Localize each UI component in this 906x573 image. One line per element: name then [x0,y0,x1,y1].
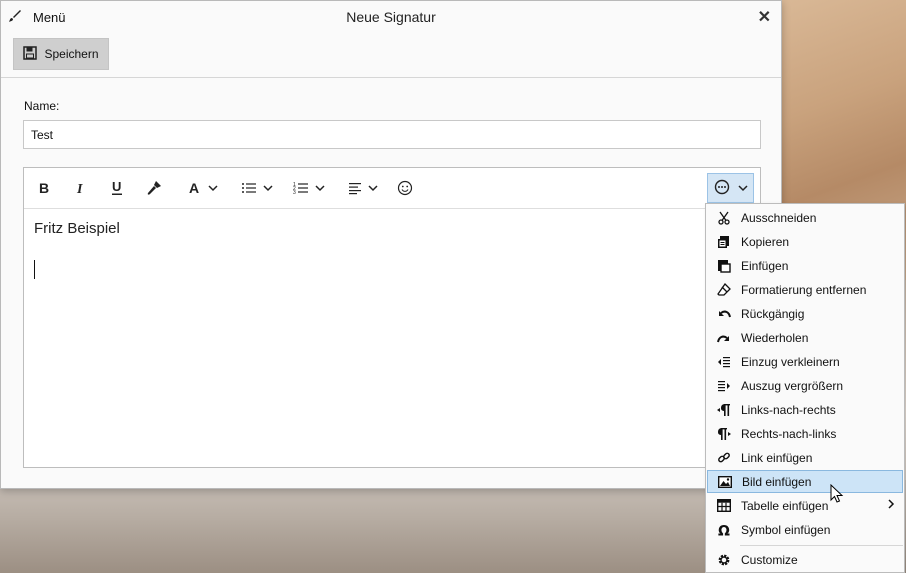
italic-button[interactable]: I [68,176,92,200]
chevron-right-icon [887,498,895,513]
toolbar-divider [1,77,781,78]
title-bar: Menü Neue Signatur ✕ [1,1,781,33]
indent-icon [707,379,741,393]
svg-text:I: I [76,182,83,195]
menu-item-label: Ausschneiden [741,210,817,225]
editor-toolbar: B I U A 123 [24,168,760,209]
menu-item-label: Bild einfügen [742,474,812,489]
pen-icon [7,8,23,27]
signature-editor[interactable]: B I U A 123 Fritz Beispiel [23,167,761,468]
rtl-icon [707,427,741,441]
underline-button[interactable]: U [105,176,129,200]
menu-item-label: Auszug vergrößern [741,378,844,393]
format-painter-icon [146,180,162,196]
align-button[interactable] [342,176,384,200]
menu-item-label: Wiederholen [741,330,809,345]
menu-item-bild-einfügen[interactable]: Bild einfügen [707,470,903,493]
menu-item-label: Einzug verkleinern [741,354,840,369]
menu-item-label: Links-nach-rechts [741,402,836,417]
menu-item-formatierung-entfernen[interactable]: Formatierung entfernen [707,278,903,301]
format-painter-button[interactable] [142,176,166,200]
menu-item-label: Link einfügen [741,450,813,465]
bullet-list-icon [241,181,257,195]
copy-icon [707,235,741,249]
menu-item-link-einfügen[interactable]: Link einfügen [707,446,903,469]
floppy-disk-icon [23,45,38,63]
menu-item-label: Formatierung entfernen [741,282,867,297]
numbered-list-icon: 123 [293,181,309,195]
chevron-down-icon [208,184,218,192]
menu-item-symbol-einfügen[interactable]: Ω Symbol einfügen [707,518,903,541]
menu-item-rechts-nach-links[interactable]: Rechts-nach-links [707,422,903,445]
menu-item-auszug-vergrößern[interactable]: Auszug vergrößern [707,374,903,397]
menu-label: Menü [33,9,66,25]
svg-text:Ω: Ω [718,523,730,537]
italic-icon: I [73,181,87,195]
more-options-button[interactable] [707,173,754,203]
numbered-list-button[interactable]: 123 [288,176,330,200]
bullet-list-button[interactable] [236,176,278,200]
font-color-button[interactable]: A [182,176,224,200]
scissors-icon [707,211,741,225]
eraser-icon [707,282,741,297]
menu-item-label: Einfügen [741,258,789,273]
gear-icon [707,552,741,568]
link-icon [707,451,741,465]
ltr-icon [707,403,741,417]
menu-item-einfügen[interactable]: Einfügen [707,254,903,277]
chevron-down-icon [315,184,325,192]
svg-text:B: B [39,181,49,195]
text-caret [34,260,35,279]
underline-icon: U [110,180,124,196]
more-options-icon [714,179,730,198]
more-options-menu: Ausschneiden Kopieren Einfügen Formatierung… [705,203,905,573]
table-icon [707,499,741,512]
menu-item-label: Kopieren [741,234,790,249]
menu-item-links-nach-rechts[interactable]: Links-nach-rechts [707,398,903,421]
signature-dialog: Menü Neue Signatur ✕ Speichern Name: B I… [0,0,782,489]
paste-icon [707,259,741,273]
emoji-icon [397,180,413,196]
name-input[interactable] [23,120,761,149]
save-button[interactable]: Speichern [13,38,109,70]
align-icon [348,181,362,195]
svg-text:U: U [112,180,121,194]
menu-item-ausschneiden[interactable]: Ausschneiden [707,206,903,229]
menu-item-label: Rechts-nach-links [741,426,837,441]
name-label: Name: [24,99,60,113]
font-color-icon: A [188,181,202,195]
save-label: Speichern [44,47,99,61]
bold-button[interactable]: B [32,176,56,200]
close-button[interactable]: ✕ [758,7,771,27]
chevron-down-icon [263,184,273,192]
mouse-cursor [830,483,844,507]
menu-button[interactable]: Menü [7,7,66,27]
menu-item-wiederholen[interactable]: Wiederholen [707,326,903,349]
omega-icon: Ω [707,523,741,537]
redo-icon [707,331,741,345]
menu-separator [740,545,903,546]
menu-item-label: Tabelle einfügen [741,498,829,513]
undo-icon [707,307,741,321]
menu-item-label: Symbol einfügen [741,522,831,537]
outdent-icon [707,355,741,369]
menu-item-customize[interactable]: Customize [707,548,903,571]
editor-content-text: Fritz Beispiel [34,220,120,237]
menu-item-kopieren[interactable]: Kopieren [707,230,903,253]
emoji-button[interactable] [393,176,417,200]
window-title: Neue Signatur [346,9,436,25]
chevron-down-icon [737,181,748,195]
svg-text:A: A [189,181,199,195]
menu-item-tabelle-einfügen[interactable]: Tabelle einfügen [707,494,903,517]
svg-text:3: 3 [293,190,296,195]
bold-icon: B [37,181,51,195]
menu-item-label: Customize [741,552,798,567]
image-icon [708,475,742,488]
menu-item-rückgängig[interactable]: Rückgängig [707,302,903,325]
menu-item-label: Rückgängig [741,306,805,321]
chevron-down-icon [368,184,378,192]
menu-item-einzug-verkleinern[interactable]: Einzug verkleinern [707,350,903,373]
